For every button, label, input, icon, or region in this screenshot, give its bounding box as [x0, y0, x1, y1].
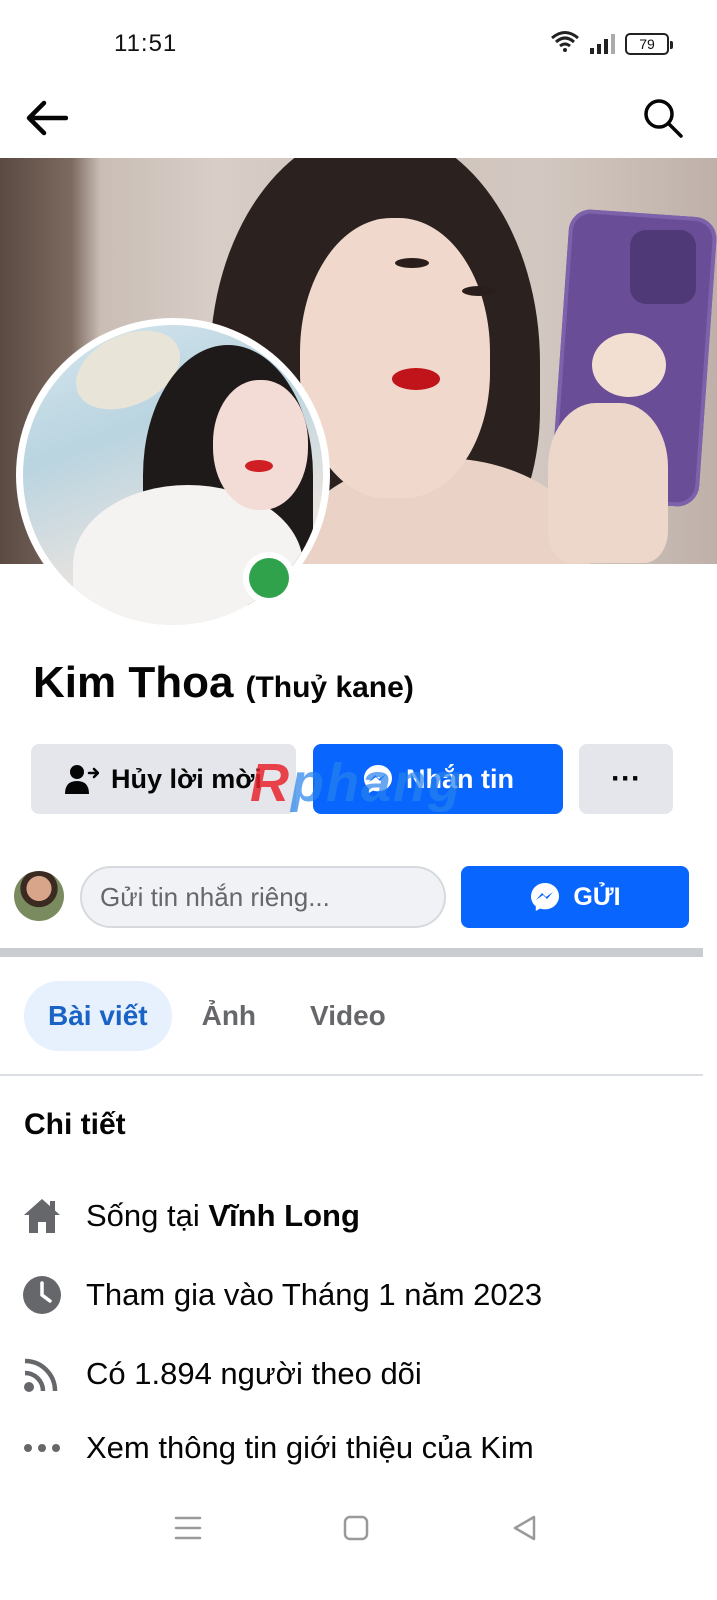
- battery-icon: 79: [625, 32, 673, 55]
- detail-followers-text[interactable]: Có 1.894 người theo dõi: [86, 1356, 422, 1392]
- profile-name-row: Kim Thoa (Thuỷ kane): [33, 658, 414, 708]
- detail-see-about-text: Xem thông tin giới thiệu của Kim: [86, 1430, 534, 1465]
- menu-icon: [174, 1516, 202, 1540]
- cancel-friend-request-label: Hủy lời mời: [111, 763, 262, 794]
- messenger-icon: [364, 765, 392, 793]
- details-heading: Chi tiết: [24, 1108, 126, 1141]
- tabs-divider: [0, 1074, 703, 1076]
- detail-see-about[interactable]: Xem thông tin giới thiệu của Kim: [22, 1428, 534, 1468]
- detail-joined: Tham gia vào Tháng 1 năm 2023: [22, 1275, 542, 1315]
- more-options-button[interactable]: ···: [579, 744, 673, 814]
- status-bar: 11:51 79: [0, 0, 717, 78]
- person-arrow-icon: [65, 765, 100, 794]
- home-square-icon: [343, 1515, 369, 1541]
- detail-followers: Có 1.894 người theo dõi: [22, 1354, 422, 1394]
- system-navigation-bar: [0, 1488, 717, 1568]
- profile-tabs: Bài viết Ảnh Video: [24, 980, 416, 1052]
- top-nav: [0, 82, 717, 154]
- detail-lives-in: Sống tại Vĩnh Long: [22, 1196, 360, 1236]
- lives-in-place[interactable]: Vĩnh Long: [208, 1198, 360, 1233]
- message-button-label: Nhắn tin: [406, 763, 514, 794]
- tab-photos[interactable]: Ảnh: [178, 981, 280, 1051]
- profile-actions: Hủy lời mời Nhắn tin ···: [31, 744, 673, 814]
- status-icons: 79: [550, 30, 673, 57]
- home-button[interactable]: [336, 1508, 376, 1548]
- profile-screen: 11:51 79 Kim Thoa (Thuỷ kane) Hủy lời mờ…: [0, 0, 717, 1600]
- section-divider: [0, 948, 703, 957]
- status-time: 11:51: [114, 30, 178, 57]
- search-button[interactable]: [637, 92, 689, 144]
- private-message-row: GỬI: [14, 866, 690, 928]
- system-back-button[interactable]: [504, 1508, 544, 1548]
- send-button-label: GỬI: [573, 882, 621, 911]
- messenger-icon: [531, 883, 560, 911]
- send-button[interactable]: GỬI: [461, 866, 689, 928]
- private-message-input[interactable]: [80, 866, 446, 928]
- more-horizontal-icon: [22, 1428, 62, 1468]
- recent-apps-button[interactable]: [168, 1508, 208, 1548]
- tab-videos[interactable]: Video: [286, 981, 410, 1051]
- current-user-avatar[interactable]: [14, 871, 64, 921]
- search-icon: [644, 99, 683, 138]
- wifi-icon: [550, 30, 580, 57]
- detail-joined-text: Tham gia vào Tháng 1 năm 2023: [86, 1277, 543, 1312]
- arrow-left-icon: [26, 100, 68, 136]
- lives-in-prefix: Sống tại: [86, 1198, 209, 1233]
- clock-icon: [22, 1275, 62, 1315]
- signal-icon: [590, 33, 615, 54]
- cancel-friend-request-button[interactable]: Hủy lời mời: [31, 744, 296, 814]
- back-triangle-icon: [513, 1515, 536, 1541]
- profile-alternate-name: (Thuỷ kane): [245, 671, 414, 704]
- home-icon: [22, 1196, 62, 1236]
- detail-lives-in-text: Sống tại Vĩnh Long: [86, 1198, 360, 1234]
- battery-level: 79: [639, 35, 655, 52]
- back-button[interactable]: [20, 92, 72, 144]
- profile-name: Kim Thoa: [33, 658, 234, 707]
- online-status-indicator: [243, 552, 295, 604]
- more-icon: ···: [611, 762, 641, 795]
- message-button[interactable]: Nhắn tin: [313, 744, 563, 814]
- rss-feed-icon: [22, 1354, 62, 1394]
- tab-posts[interactable]: Bài viết: [24, 981, 172, 1051]
